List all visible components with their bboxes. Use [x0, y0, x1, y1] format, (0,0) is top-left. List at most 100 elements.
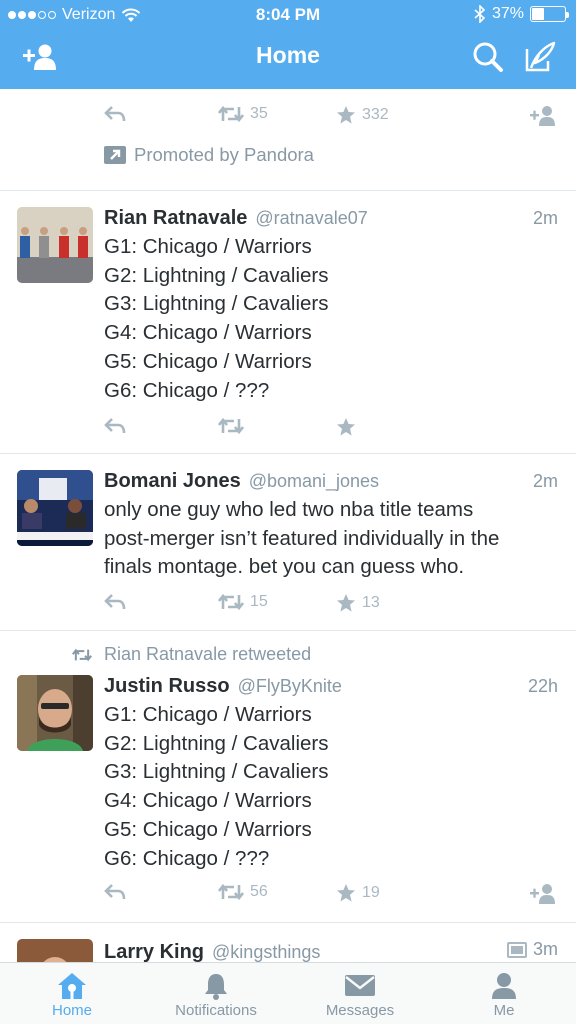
retweet-count: 56 — [250, 883, 268, 900]
retweet-icon — [218, 105, 244, 123]
tweet-time: 2m — [532, 208, 558, 228]
retweet-button[interactable]: 15 — [218, 593, 268, 611]
reply-button[interactable] — [104, 417, 126, 435]
reply-icon — [104, 418, 126, 434]
tweet-time-group: 3m — [506, 939, 558, 960]
retweet-icon — [218, 417, 244, 435]
promoted-label[interactable]: Promoted by Pandora — [104, 144, 314, 166]
tweet-larry-king[interactable]: Larry King @kingsthings 3m — [0, 923, 576, 962]
author-handle[interactable]: @bomani_jones — [249, 471, 379, 492]
reply-icon — [104, 884, 126, 900]
author-handle[interactable]: @FlyByKnite — [238, 676, 342, 697]
author-name[interactable]: Bomani Jones — [104, 470, 241, 493]
author-name[interactable]: Justin Russo — [104, 675, 230, 698]
retweet-button[interactable]: 35 — [218, 105, 268, 123]
tab-notifications[interactable]: Notifications — [144, 963, 288, 1024]
tweet-actions: 15 13 — [104, 593, 564, 619]
favorite-button[interactable]: 332 — [336, 105, 389, 125]
retweeted-by[interactable]: Rian Ratnavale retweeted — [72, 644, 311, 665]
search-button[interactable] — [468, 40, 508, 74]
favorite-count: 13 — [362, 594, 380, 611]
reply-button[interactable] — [104, 105, 126, 123]
tweet-line: G3: Lightning / Cavaliers — [104, 292, 329, 316]
tweet-time: 2m — [532, 471, 558, 491]
avatar[interactable] — [17, 470, 93, 546]
tab-label: Me — [493, 1002, 515, 1019]
tweet-header: Larry King @kingsthings 3m — [104, 939, 558, 962]
reply-icon — [104, 594, 126, 610]
reply-button[interactable] — [104, 883, 126, 901]
promoted-icon — [104, 146, 126, 164]
tweet-rian-ratnavale[interactable]: Rian Ratnavale @ratnavale07 2m G1: Chica… — [0, 191, 576, 454]
tab-bar: Home Notifications Messages Me — [0, 962, 576, 1024]
follow-button[interactable] — [528, 883, 558, 905]
tweet-line: only one guy who led two nba title teams — [104, 498, 474, 521]
compose-button[interactable] — [520, 40, 560, 74]
retweet-button[interactable]: 56 — [218, 883, 268, 901]
tweet-actions: 35 332 — [104, 105, 564, 131]
author-name[interactable]: Larry King — [104, 941, 204, 963]
tweet-header: Justin Russo @FlyByKnite 22h — [104, 675, 558, 698]
tab-me[interactable]: Me — [432, 963, 576, 1024]
tweet-bomani-jones[interactable]: Bomani Jones @bomani_jones 2m only one g… — [0, 454, 576, 631]
author-handle[interactable]: @kingsthings — [212, 942, 320, 963]
status-right: 37% — [474, 5, 569, 23]
tweet-line: G4: Chicago / Warriors — [104, 321, 312, 345]
avatar[interactable] — [17, 207, 93, 283]
tweet-justin-russo[interactable]: Rian Ratnavale retweeted Justin Russo @F… — [0, 631, 576, 923]
tweet-line: G5: Chicago / Warriors — [104, 349, 312, 373]
tab-label: Notifications — [175, 1002, 257, 1019]
timeline-feed[interactable]: 35 332 Promoted by Pandora Rian Ratnaval… — [0, 89, 576, 962]
tweet-line: G1: Chicago / Warriors — [104, 703, 312, 726]
favorite-button[interactable]: 19 — [336, 883, 380, 903]
tweet-line: finals montage. bet you can guess who. — [104, 555, 465, 579]
tab-home[interactable]: Home — [0, 963, 144, 1024]
retweet-button[interactable] — [218, 417, 244, 435]
tweet-header: Rian Ratnavale @ratnavale07 2m — [104, 207, 558, 230]
tv-screenshot-image — [17, 470, 93, 546]
tweet-line: post-merger isn’t featured individually … — [104, 526, 500, 550]
retweeted-by-text: Rian Ratnavale retweeted — [104, 644, 312, 664]
tweet-line: G2: Lightning / Cavaliers — [104, 263, 329, 287]
retweet-icon — [72, 648, 92, 661]
bell-icon — [205, 974, 227, 1000]
author-name[interactable]: Rian Ratnavale — [104, 207, 247, 230]
follow-button[interactable] — [528, 105, 558, 127]
avatar[interactable] — [17, 675, 93, 751]
tab-label: Messages — [325, 1002, 395, 1019]
favorite-count: 332 — [362, 106, 389, 123]
tweet-line: G2: Lightning / Cavaliers — [104, 731, 329, 755]
compose-icon — [525, 41, 556, 72]
retweet-icon — [218, 593, 244, 611]
promoted-tweet[interactable]: 35 332 Promoted by Pandora — [0, 89, 576, 191]
search-icon — [473, 42, 503, 72]
media-card-icon — [506, 941, 527, 958]
avatar[interactable] — [17, 939, 93, 962]
bluetooth-icon — [474, 5, 486, 23]
tweet-header: Bomani Jones @bomani_jones 2m — [104, 470, 558, 493]
tweet-text: G1: Chicago / Warriors G2: Lightning / C… — [104, 233, 556, 405]
retweet-count: 15 — [250, 593, 268, 610]
reply-icon — [104, 106, 126, 122]
tweet-line: G6: Chicago / ??? — [104, 846, 270, 870]
tab-messages[interactable]: Messages — [288, 963, 432, 1024]
tweet-actions: 56 19 — [104, 883, 564, 909]
tweet-line: G1: Chicago / Warriors — [104, 235, 312, 258]
favorite-button[interactable]: 13 — [336, 593, 380, 613]
battery-icon — [530, 6, 569, 22]
favorite-count: 19 — [362, 884, 380, 901]
tweet-actions — [104, 417, 564, 443]
envelope-icon — [345, 975, 375, 996]
retweet-count: 35 — [250, 105, 268, 122]
tweet-text: G1: Chicago / Warriors G2: Lightning / C… — [104, 701, 556, 873]
battery-percent: 37% — [491, 5, 524, 22]
author-handle[interactable]: @ratnavale07 — [255, 208, 367, 229]
portrait-photo-image — [17, 939, 93, 962]
reply-button[interactable] — [104, 593, 126, 611]
status-bar: Verizon 8:04 PM 37% — [0, 0, 576, 30]
tweet-line: G4: Chicago / Warriors — [104, 789, 312, 813]
tweet-text: only one guy who led two nba title teams… — [104, 496, 556, 582]
favorite-button[interactable] — [336, 417, 356, 437]
tweet-time: 3m — [532, 939, 558, 959]
retweet-icon — [218, 883, 244, 901]
